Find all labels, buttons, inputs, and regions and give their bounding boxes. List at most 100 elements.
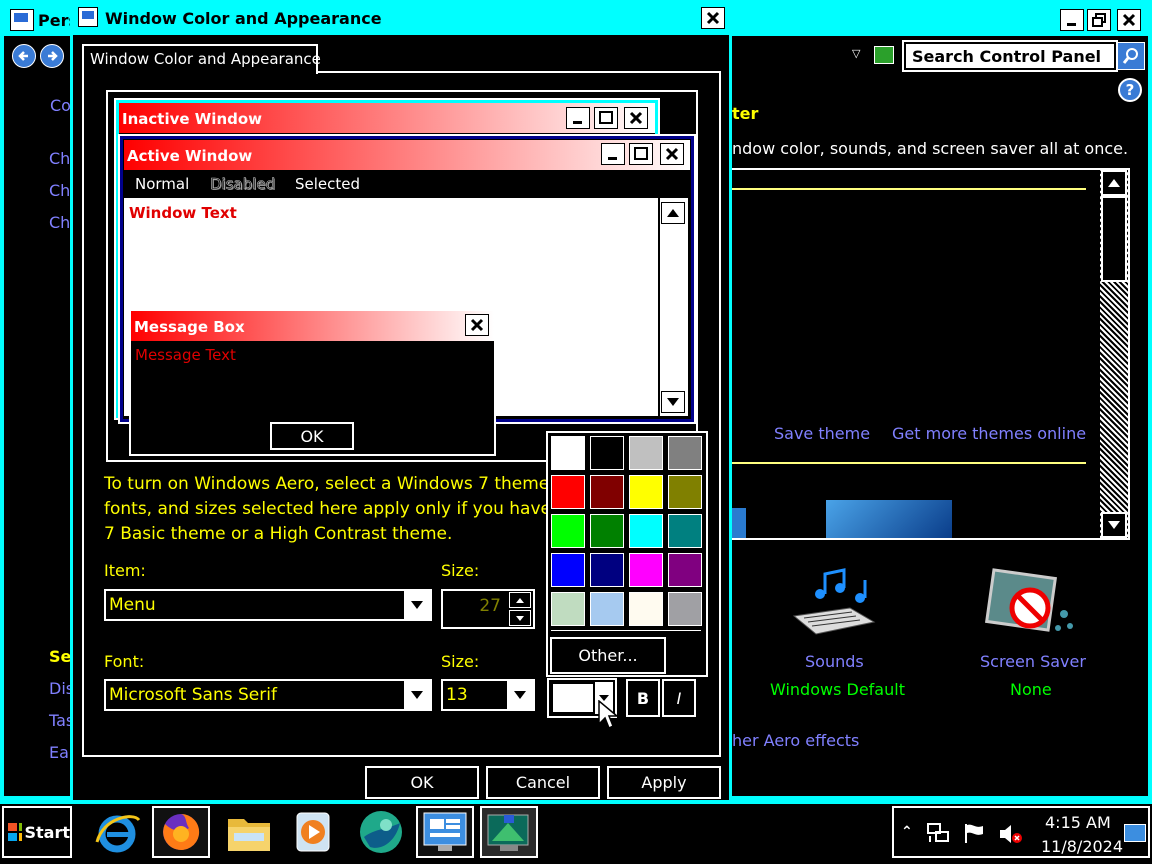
color-swatch[interactable]	[668, 592, 702, 626]
italic-toggle[interactable]: I	[661, 678, 697, 718]
other-colors-button[interactable]: Other...	[549, 636, 667, 675]
address-dropdown-icon[interactable]: ▽	[852, 47, 860, 60]
color-swatch[interactable]	[668, 514, 702, 548]
ok-button[interactable]: OK	[364, 765, 480, 800]
active-close-icon	[660, 143, 684, 165]
cancel-button[interactable]: Cancel	[485, 765, 601, 800]
dialog-close-button[interactable]	[701, 7, 725, 29]
left-link-2[interactable]: Ch	[49, 181, 70, 200]
inactive-close-icon	[624, 107, 648, 129]
menu-selected: Selected	[295, 175, 361, 193]
message-box-titlebar: Message Box	[131, 311, 494, 341]
volume-muted-icon[interactable]	[998, 822, 1024, 846]
color-swatch[interactable]	[590, 553, 624, 587]
search-icon[interactable]	[1117, 42, 1145, 70]
preview-scrollbar	[658, 198, 688, 416]
font-size-value: 13	[446, 685, 468, 705]
color-swatch[interactable]	[668, 436, 702, 470]
color-swatch[interactable]	[590, 436, 624, 470]
sounds-link[interactable]: Sounds	[805, 652, 864, 671]
color-swatch[interactable]	[590, 514, 624, 548]
font-size-select[interactable]: 13	[441, 679, 535, 711]
dialog-icon	[78, 7, 98, 27]
preview-scroll-up-icon	[661, 202, 685, 224]
sounds-icon[interactable]	[790, 568, 878, 640]
screensaver-value: None	[1010, 680, 1052, 699]
left-link-home[interactable]: Co	[50, 96, 71, 115]
help-icon[interactable]: ?	[1118, 78, 1142, 102]
chevron-down-icon[interactable]	[404, 591, 430, 619]
globe-app-icon[interactable]	[352, 806, 410, 858]
screensaver-link[interactable]: Screen Saver	[980, 652, 1086, 671]
personalization-taskbar-icon[interactable]	[480, 806, 538, 858]
color-swatch[interactable]	[668, 475, 702, 509]
control-panel-taskbar-icon[interactable]	[416, 806, 474, 858]
see-also-link-ease[interactable]: Ea	[49, 743, 69, 762]
start-button[interactable]: Start	[2, 806, 72, 858]
message-text: Message Text	[135, 346, 236, 364]
bold-toggle[interactable]: B	[625, 678, 661, 718]
color-swatch[interactable]	[551, 475, 585, 509]
internet-explorer-icon[interactable]	[88, 806, 146, 858]
refresh-icon[interactable]	[874, 46, 894, 64]
clock-date[interactable]: 11/8/2024	[1041, 837, 1123, 856]
forward-button[interactable]	[40, 44, 64, 68]
color-swatch[interactable]	[590, 475, 624, 509]
save-theme-link[interactable]: Save theme	[774, 424, 870, 443]
color-swatch[interactable]	[551, 592, 585, 626]
color-swatch[interactable]	[551, 436, 585, 470]
theme-scroll-down[interactable]	[1101, 512, 1127, 538]
window-text: Window Text	[129, 204, 237, 222]
inactive-maximize-icon	[594, 107, 618, 129]
left-link-3[interactable]: Ch	[49, 213, 70, 232]
theme-scroll-up[interactable]	[1101, 170, 1127, 196]
stepper-down-icon[interactable]	[509, 610, 531, 626]
aero-info-text: To turn on Windows Aero, select a Window…	[104, 472, 591, 547]
sounds-value: Windows Default	[770, 680, 905, 699]
apply-button[interactable]: Apply	[606, 765, 722, 800]
file-explorer-icon[interactable]	[220, 806, 278, 858]
bg-maximize-button[interactable]	[1087, 9, 1111, 31]
color-swatch[interactable]	[629, 592, 663, 626]
color-swatch[interactable]	[551, 514, 585, 548]
color-swatch[interactable]	[551, 553, 585, 587]
stepper-up-icon[interactable]	[509, 592, 531, 608]
firefox-icon[interactable]	[152, 806, 210, 858]
inactive-minimize-icon	[566, 107, 590, 129]
back-button[interactable]	[12, 44, 36, 68]
personalization-heading: ter	[732, 104, 759, 123]
left-link-1[interactable]: Ch	[49, 149, 70, 168]
get-more-themes-link[interactable]: Get more themes online	[892, 424, 1086, 443]
theme-list[interactable]	[730, 168, 1130, 540]
color-swatch[interactable]	[629, 436, 663, 470]
item-select[interactable]: Menu	[104, 589, 432, 621]
font-select[interactable]: Microsoft Sans Serif	[104, 679, 432, 711]
color-swatch[interactable]	[629, 475, 663, 509]
show-desktop-icon[interactable]	[1124, 824, 1146, 842]
aero-info-line-1: To turn on Windows Aero, select a Window…	[104, 474, 571, 494]
bg-minimize-button[interactable]	[1060, 9, 1084, 31]
chevron-down-icon[interactable]	[404, 681, 430, 709]
color-swatch[interactable]	[590, 592, 624, 626]
mouse-cursor-icon	[598, 699, 620, 732]
action-center-flag-icon[interactable]	[963, 822, 987, 844]
theme-thumbnail-edge	[732, 508, 746, 538]
bg-close-button[interactable]	[1117, 9, 1141, 31]
font-label: Font:	[104, 652, 145, 671]
chevron-down-icon[interactable]	[507, 681, 533, 709]
color-swatch[interactable]	[629, 514, 663, 548]
network-icon[interactable]	[926, 822, 950, 844]
theme-scroll-thumb[interactable]	[1101, 196, 1127, 282]
media-player-icon[interactable]	[284, 806, 342, 858]
active-window-title: Active Window	[127, 147, 253, 165]
search-input[interactable]: Search Control Panel	[902, 40, 1118, 72]
item-size-stepper[interactable]: 27	[441, 589, 535, 629]
aero-effects-link[interactable]: her Aero effects	[732, 731, 859, 750]
color-swatch[interactable]	[668, 553, 702, 587]
clock-time[interactable]: 4:15 AM	[1045, 813, 1111, 832]
dialog-title: Window Color and Appearance	[105, 9, 382, 28]
color-swatch[interactable]	[629, 553, 663, 587]
show-hidden-icons-icon[interactable]: ⌃	[901, 824, 913, 840]
theme-thumbnail[interactable]	[826, 500, 952, 538]
screensaver-icon[interactable]	[984, 568, 1076, 644]
